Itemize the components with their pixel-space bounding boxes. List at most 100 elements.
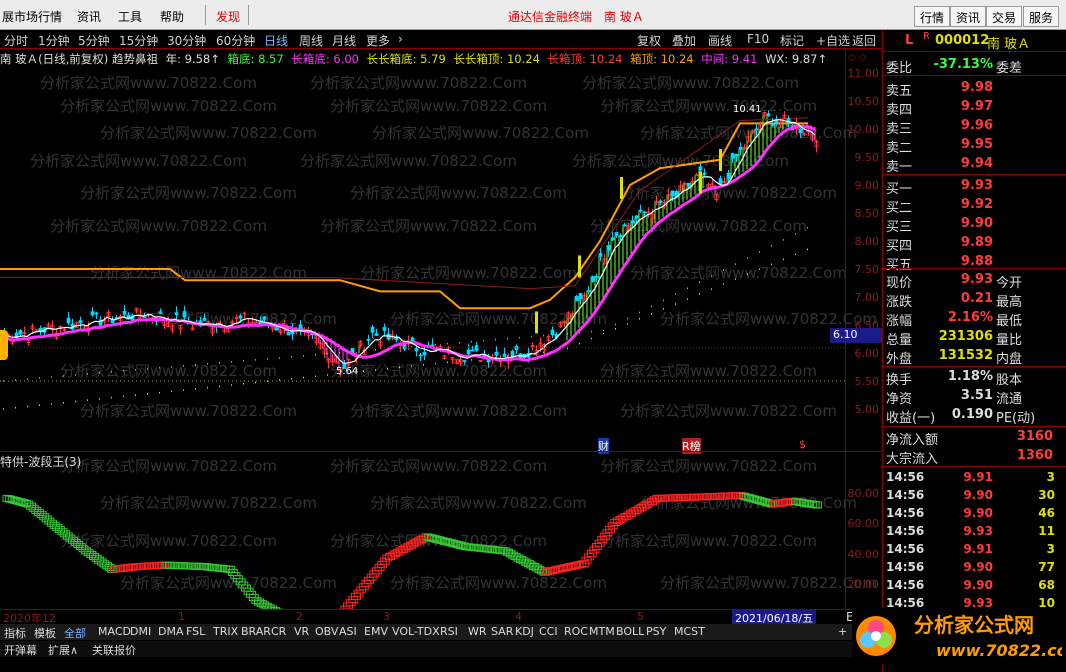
indicator-tab-15[interactable]: RSI (440, 625, 458, 638)
period-15min[interactable]: 15分钟 (119, 32, 158, 49)
indicator-tab-16[interactable]: WR (468, 625, 487, 638)
toggle-danmaku[interactable]: 开弹幕 (4, 642, 37, 658)
menu-help[interactable]: 帮助 (160, 8, 184, 25)
indicator-tab-18[interactable]: KDJ (515, 625, 534, 638)
indicator-tab-7[interactable]: TRIX (213, 625, 238, 638)
indicator-tab-13[interactable]: EMV (364, 625, 388, 638)
stat-label2: 最高 (996, 295, 1023, 310)
indicator-tab-8[interactable]: BRAR (241, 625, 271, 638)
candle (550, 326, 555, 339)
related-quote-button[interactable]: 关联报价 (92, 642, 136, 658)
period-monthly[interactable]: 月线 (332, 32, 356, 49)
menu-market[interactable]: 展市场行情 (2, 8, 62, 25)
tick-price: 9.91 (963, 542, 993, 556)
ask-label: 卖二 (886, 141, 913, 156)
candle (202, 313, 207, 321)
indicator-tab-23[interactable]: PSY (646, 625, 666, 638)
ask-price: 9.94 (960, 156, 993, 171)
indicator-tab-4[interactable]: DMI (130, 625, 151, 638)
divider (883, 426, 1066, 427)
candle (386, 327, 391, 341)
tool-add-favorite[interactable]: +自选 (816, 32, 850, 49)
candle (78, 316, 83, 330)
wave-block (31, 506, 42, 514)
period-30min[interactable]: 30分钟 (167, 32, 206, 49)
btn-service[interactable]: 服务 (1023, 6, 1060, 27)
indicator-tab-9[interactable]: CR (271, 625, 286, 638)
btn-info[interactable]: 资讯 (950, 6, 987, 27)
stat2-label: 收益(一) (886, 411, 936, 426)
date-label: 4 (515, 610, 522, 623)
indicator-tab-14[interactable]: VOL-TDX (392, 625, 440, 638)
expand-button[interactable]: 扩展∧ (48, 642, 78, 658)
btn-trade[interactable]: 交易 (986, 6, 1023, 27)
date-label: 3 (383, 610, 390, 623)
indicator-tab-0[interactable]: 指标 (4, 625, 26, 641)
period-timeshare[interactable]: 分时 (4, 32, 28, 49)
axis-tick: 9.50 (854, 151, 880, 164)
side-expand-handle[interactable] (0, 330, 8, 360)
period-weekly[interactable]: 周线 (299, 32, 323, 49)
magenta-ma-line (2, 124, 816, 362)
status-bar (0, 657, 882, 672)
period-more[interactable]: 更多 (366, 32, 390, 49)
ask-row: 卖四 9.97 (883, 98, 1066, 118)
indicator-tab-20[interactable]: ROC (564, 625, 588, 638)
wave-block (73, 541, 84, 549)
indicator-tab-22[interactable]: BOLL (616, 625, 644, 638)
indicator-tab-3[interactable]: MACD (98, 625, 131, 638)
wave-indicator-chart[interactable] (0, 468, 845, 610)
indicator-tab-1[interactable]: 模板 (34, 625, 56, 641)
tool-mark[interactable]: 标记 (780, 32, 804, 49)
level-L-icon[interactable]: L (905, 33, 913, 48)
tool-draw[interactable]: 画线 (708, 32, 732, 49)
tick-row: 14:56 9.91 3 (883, 541, 1066, 559)
indicator-tab-17[interactable]: SAR (491, 625, 513, 638)
stock-code: 000012 (935, 33, 990, 48)
indicator-tab-5[interactable]: DMA (158, 625, 184, 638)
tick-price: 9.90 (963, 578, 993, 592)
candle (622, 222, 627, 227)
tool-overlay[interactable]: 叠加 (672, 32, 696, 49)
indicator-tab-19[interactable]: CCI (539, 625, 558, 638)
indicator-tab-24[interactable]: MCST (674, 625, 705, 638)
candle (174, 306, 179, 321)
candle (134, 307, 139, 314)
indicator-tab-21[interactable]: MTM (589, 625, 615, 638)
menu-tools[interactable]: 工具 (118, 8, 142, 25)
candle (38, 325, 43, 335)
axis-toggle-icons[interactable]: ◇ ◇ (848, 52, 867, 63)
axis-tick: 8.50 (854, 207, 880, 220)
indicator-tab-6[interactable]: FSL (186, 625, 205, 638)
candle (390, 330, 395, 341)
kline-chart[interactable] (0, 67, 845, 451)
period-1min[interactable]: 1分钟 (38, 32, 70, 49)
ask-row: 卖五 9.98 (883, 79, 1066, 99)
period-5min[interactable]: 5分钟 (78, 32, 110, 49)
indicator-tab-11[interactable]: OBV (315, 625, 338, 638)
webi-label: 委比 (886, 61, 913, 76)
tool-f10[interactable]: F10 (747, 32, 769, 46)
btn-quote[interactable]: 行情 (914, 6, 951, 27)
menu-separator (205, 5, 206, 25)
period-daily[interactable]: 日线 (264, 32, 288, 49)
level-R-icon[interactable]: R (923, 31, 930, 42)
indicator-tab-12[interactable]: ASI (339, 625, 357, 638)
chevron-right-icon[interactable]: › (398, 32, 403, 46)
date-label: 5 (637, 610, 644, 623)
signal-marker (578, 255, 581, 278)
marker-dollar[interactable]: $ (799, 438, 806, 451)
indicator-tab-10[interactable]: VR (294, 625, 309, 638)
tool-adjust[interactable]: 复权 (637, 32, 661, 49)
menu-news[interactable]: 资讯 (77, 8, 101, 25)
stat-row: 涨幅 2.16% 最低 (883, 309, 1066, 329)
tabs-add-button[interactable]: + (838, 625, 847, 638)
indicator-tab-2[interactable]: 全部 (64, 625, 86, 641)
tool-back[interactable]: 返回 (852, 32, 876, 49)
bid-row: 买五 9.88 (883, 253, 1066, 273)
candle (710, 179, 715, 188)
stat-label2: 内盘 (996, 352, 1023, 367)
period-60min[interactable]: 60分钟 (216, 32, 255, 49)
menu-found[interactable]: 发现 (216, 8, 240, 25)
high-price-label: 10.41 (733, 104, 762, 115)
